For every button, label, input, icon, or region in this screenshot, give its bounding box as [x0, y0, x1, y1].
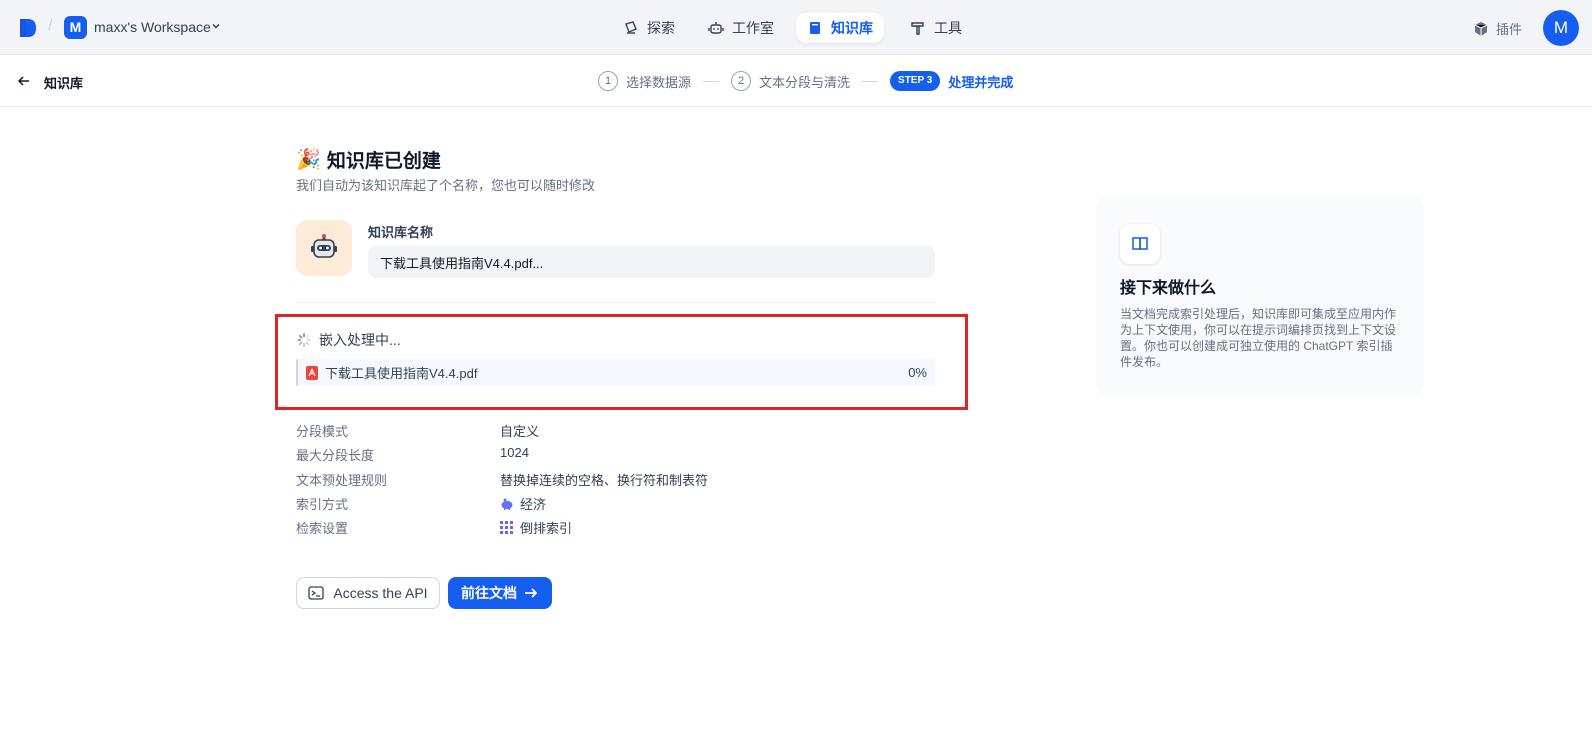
arrow-left-icon[interactable]: [16, 73, 32, 89]
file-name: 下载工具使用指南V4.4.pdf: [325, 366, 478, 381]
arrow-right-icon: [525, 588, 538, 598]
info-label-max-length: 最大分段长度: [296, 448, 375, 463]
go-to-documents-button[interactable]: 前往文档: [448, 577, 552, 609]
index-mode-text: 经济: [520, 497, 547, 512]
steps-indicator: 1 选择数据源 2 文本分段与清洗 STEP 3 处理并完成: [598, 70, 1013, 92]
step-badge-current: STEP 3: [890, 71, 941, 91]
cube-icon: [1474, 21, 1488, 36]
nav-tab-knowledge[interactable]: 知识库: [796, 13, 884, 43]
workspace-name[interactable]: maxx's Workspace: [94, 19, 211, 35]
plugins-button[interactable]: 插件: [1473, 19, 1522, 38]
nav-tab-studio[interactable]: 工作室: [697, 13, 785, 43]
app-logo-icon[interactable]: [18, 17, 38, 39]
step-label-segment: 文本分段与清洗: [759, 74, 851, 90]
terminal-icon: [308, 586, 325, 600]
page-subtitle: 我们自动为该知识库起了个名称，您也可以随时修改: [296, 178, 596, 193]
step-number: 2: [731, 71, 752, 91]
section-divider: [296, 302, 935, 303]
retrieval-text: 倒排索引: [520, 521, 573, 536]
nav-tab-label: 知识库: [831, 20, 873, 36]
knowledge-name-label: 知识库名称: [368, 225, 434, 240]
go-to-documents-label: 前往文档: [461, 585, 517, 601]
grid-icon: [500, 520, 513, 534]
open-book-icon: [1132, 237, 1148, 251]
back-to-knowledge-link[interactable]: 知识库: [44, 73, 83, 92]
hammer-icon: [911, 22, 924, 35]
party-popper-icon: 🎉: [296, 149, 321, 171]
page-title-text: 知识库已创建: [326, 151, 441, 172]
info-value-segment-mode: 自定义: [500, 424, 540, 439]
info-label-preprocess: 文本预处理规则: [296, 473, 388, 488]
nav-tab-label: 探索: [647, 20, 675, 36]
robot-icon: [708, 22, 724, 34]
pdf-file-icon: [306, 365, 318, 380]
access-api-label: Access the API: [333, 585, 428, 601]
info-value-preprocess: 替换掉连续的空格、换行符和制表符: [500, 473, 709, 488]
robot-icon: [311, 234, 337, 258]
info-label-segment-mode: 分段模式: [296, 424, 349, 439]
step-label-select-source: 选择数据源: [626, 74, 692, 90]
nav-tab-tools[interactable]: 工具: [899, 13, 973, 43]
next-steps-title: 接下来做什么: [1120, 280, 1217, 297]
step-number: 1: [598, 71, 618, 91]
step-divider: [703, 80, 720, 82]
knowledge-avatar: [296, 220, 352, 276]
creation-steps-header: 知识库 1 选择数据源 2 文本分段与清洗 STEP 3 处理并完成: [0, 55, 1592, 107]
nav-tab-label: 工作室: [732, 20, 774, 36]
compass-icon: [625, 21, 637, 34]
loading-spinner-icon: [297, 333, 311, 347]
top-navigation-bar: / M maxx's Workspace 探索 工作室 知识库 工具 插件 M: [0, 0, 1592, 55]
plugins-label: 插件: [1496, 22, 1523, 37]
info-value-retrieval: 倒排索引: [500, 518, 572, 537]
chevron-down-icon[interactable]: [210, 20, 222, 32]
next-steps-text: 当文档完成索引处理后，知识库即可集成至应用内作为上下文使用，你可以在提示词编排页…: [1120, 307, 1397, 369]
user-avatar[interactable]: M: [1543, 10, 1579, 46]
piggy-bank-icon: [501, 498, 513, 510]
file-progress-percent: 0%: [908, 365, 927, 380]
nav-tab-label: 工具: [934, 20, 962, 36]
info-label-index-mode: 索引方式: [296, 497, 349, 512]
embedding-status-text: 嵌入处理中...: [319, 332, 401, 348]
breadcrumb-separator: /: [48, 17, 53, 34]
embedding-status: 嵌入处理中...: [297, 330, 401, 350]
workspace-avatar[interactable]: M: [64, 16, 87, 39]
info-value-max-length: 1024: [500, 445, 529, 460]
nav-tab-explore[interactable]: 探索: [612, 13, 686, 43]
step-divider: [862, 80, 879, 82]
access-api-button[interactable]: Access the API: [296, 577, 440, 609]
book-icon: [810, 22, 820, 34]
next-steps-card: 接下来做什么 当文档完成索引处理后，知识库即可集成至应用内作为上下文使用，你可以…: [1096, 196, 1424, 396]
info-value-index-mode: 经济: [500, 494, 546, 513]
file-progress-row: 下载工具使用指南V4.4.pdf 0%: [296, 359, 935, 386]
step-label-process: 处理并完成: [948, 74, 1014, 90]
info-label-retrieval: 检索设置: [296, 521, 349, 536]
knowledge-name-input[interactable]: [368, 246, 935, 278]
page-title: 🎉 知识库已创建: [296, 146, 441, 173]
next-steps-icon-box: [1120, 224, 1160, 264]
